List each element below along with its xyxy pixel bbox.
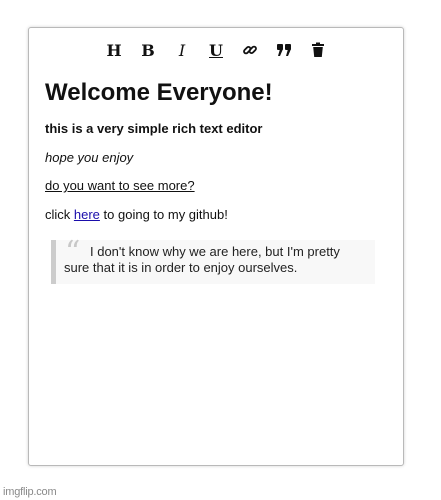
delete-button[interactable] <box>301 38 335 62</box>
heading-button[interactable]: H <box>97 38 131 62</box>
content-heading: Welcome Everyone! <box>45 79 273 106</box>
italic-button[interactable]: I <box>165 38 199 62</box>
bold-button[interactable]: B <box>131 38 165 62</box>
editor-content[interactable]: Welcome Everyone! this is a very simple … <box>45 78 385 284</box>
click-line: click here to going to my github! <box>45 207 228 222</box>
underline-button[interactable]: U <box>199 38 233 62</box>
quote-button[interactable] <box>267 38 301 62</box>
underlined-text: do you want to see more? <box>45 178 195 193</box>
editor-toolbar: H B I U <box>29 38 403 62</box>
click-prefix: click <box>45 207 74 222</box>
quote-icon <box>277 44 291 56</box>
click-suffix: to going to my github! <box>99 207 228 222</box>
blockquote-text: I don't know why we are here, but I'm pr… <box>64 244 340 275</box>
quote-mark-icon: “ <box>65 235 81 270</box>
bold-text: this is a very simple rich text editor <box>45 121 263 136</box>
watermark: imgflip.com <box>3 486 57 498</box>
blockquote: “ I don't know why we are here, but I'm … <box>51 235 375 284</box>
github-link[interactable]: here <box>74 207 100 222</box>
trash-icon <box>312 42 324 57</box>
italic-text: hope you enjoy <box>45 150 134 165</box>
link-icon <box>243 45 257 55</box>
link-button[interactable] <box>233 38 267 62</box>
rich-text-editor: H B I U Welcome Everyone! this is a very… <box>28 27 404 466</box>
